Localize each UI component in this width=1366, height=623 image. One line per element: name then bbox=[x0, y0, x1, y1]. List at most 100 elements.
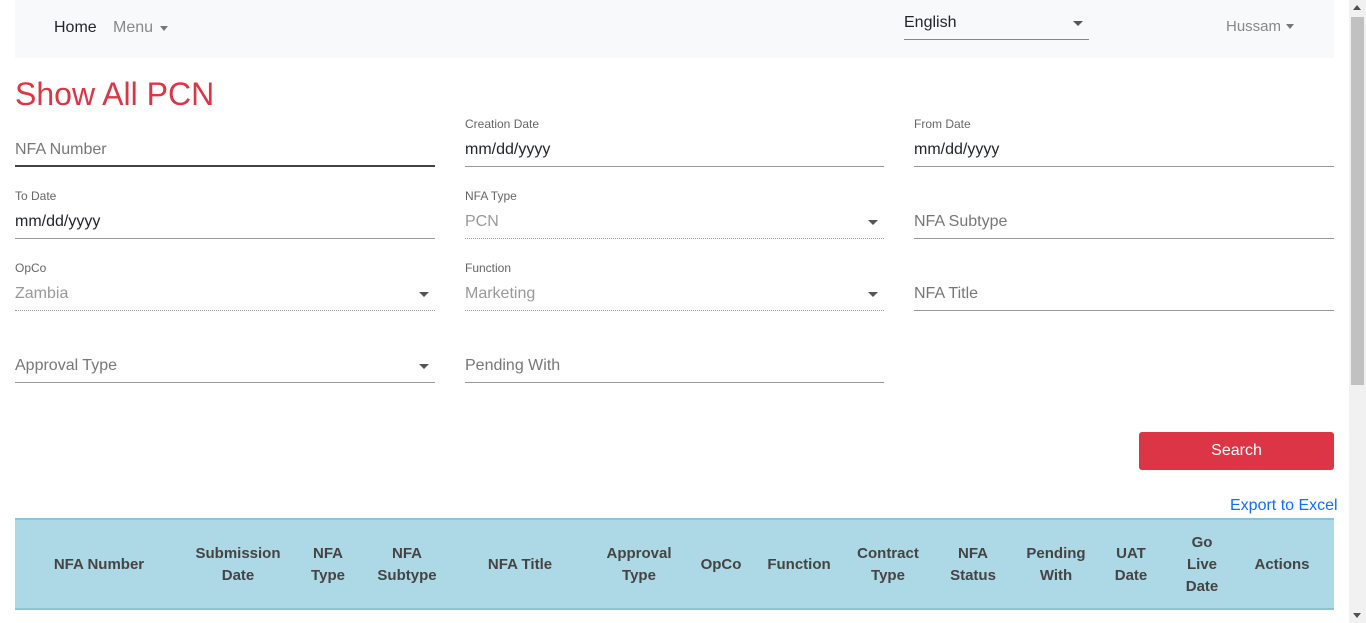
column-header-text: Date bbox=[1185, 578, 1219, 595]
column-header-text: Type bbox=[622, 567, 656, 584]
column-header-label: Contract Type bbox=[857, 543, 919, 587]
column-header-text: Live bbox=[1186, 556, 1217, 573]
column-header: NFA Number bbox=[15, 520, 183, 610]
user-name: Hussam bbox=[1226, 18, 1282, 35]
field-underline bbox=[465, 166, 884, 167]
column-header-text: NFA bbox=[313, 545, 343, 562]
opco-label: OpCo bbox=[15, 261, 47, 275]
column-header-text: Submission bbox=[195, 545, 281, 562]
field-underline bbox=[465, 382, 884, 383]
pending-with-placeholder: Pending With bbox=[465, 357, 561, 374]
nfa-subtype-field[interactable]: NFA Subtype bbox=[914, 189, 1334, 239]
opco-select[interactable]: OpCo Zambia bbox=[15, 261, 435, 311]
column-header-text: NFA Number bbox=[53, 556, 145, 573]
user-menu-dropdown[interactable]: Hussam bbox=[1226, 18, 1295, 35]
column-header: UAT Date bbox=[1097, 520, 1165, 610]
column-header-text: Type bbox=[311, 567, 345, 584]
column-header-label: OpCo bbox=[701, 554, 742, 576]
column-header-text: NFA bbox=[392, 545, 422, 562]
nfa-subtype-placeholder: NFA Subtype bbox=[914, 213, 1008, 230]
column-header-label: NFA Type bbox=[311, 543, 345, 587]
column-header: Contract Type bbox=[845, 520, 931, 610]
scrollbar-thumb[interactable] bbox=[1351, 17, 1364, 385]
export-to-excel-link[interactable]: Export to Excel bbox=[1230, 497, 1338, 515]
pending-with-field[interactable]: Pending With bbox=[465, 333, 884, 383]
column-header: Approval Type bbox=[589, 520, 689, 610]
column-header-label: Submission Date bbox=[195, 543, 280, 587]
column-header-text: Function bbox=[767, 556, 831, 573]
nfa-number-field[interactable]: NFA Number bbox=[15, 117, 435, 167]
column-header-text: OpCo bbox=[700, 556, 742, 573]
from-date-field[interactable]: From Date mm/dd/yyyy bbox=[914, 117, 1334, 167]
chevron-down-icon bbox=[419, 292, 429, 297]
column-header: Pending With bbox=[1015, 520, 1097, 610]
nfa-number-placeholder: NFA Number bbox=[15, 141, 107, 158]
vertical-scrollbar[interactable] bbox=[1349, 0, 1366, 623]
column-header: NFA Type bbox=[293, 520, 363, 610]
column-header-label: Function bbox=[767, 554, 830, 576]
nav-menu-dropdown[interactable]: Menu bbox=[113, 19, 169, 37]
column-header-label: Go Live Date bbox=[1186, 532, 1219, 598]
results-table-header: NFA Number Submission Date NFA Type NFA Subtyp… bbox=[15, 518, 1334, 610]
search-button[interactable]: Search bbox=[1139, 432, 1334, 470]
column-header-text: NFA Title bbox=[487, 556, 553, 573]
function-select[interactable]: Function Marketing bbox=[465, 261, 884, 311]
field-underline bbox=[465, 238, 884, 239]
column-header-text: Status bbox=[950, 567, 996, 584]
to-date-value: mm/dd/yyyy bbox=[15, 213, 101, 230]
field-underline bbox=[15, 238, 435, 239]
column-header-label: Pending With bbox=[1026, 543, 1085, 587]
creation-date-field[interactable]: Creation Date mm/dd/yyyy bbox=[465, 117, 884, 167]
column-header: Actions bbox=[1239, 520, 1325, 610]
arrow-up-icon[interactable] bbox=[1353, 5, 1361, 10]
nfa-title-placeholder: NFA Title bbox=[914, 285, 979, 302]
nfa-title-field[interactable]: NFA Title bbox=[914, 261, 1334, 311]
column-header-label: UAT Date bbox=[1115, 543, 1148, 587]
field-underline bbox=[914, 238, 1334, 239]
field-underline bbox=[15, 165, 435, 167]
column-header-label: NFA Status bbox=[950, 543, 996, 587]
column-header-text: With bbox=[1039, 567, 1073, 584]
function-value: Marketing bbox=[465, 285, 536, 302]
creation-date-value: mm/dd/yyyy bbox=[465, 141, 551, 158]
chevron-down-icon bbox=[868, 220, 878, 225]
creation-date-label: Creation Date bbox=[465, 117, 540, 131]
chevron-down-icon bbox=[1073, 21, 1083, 26]
column-header-text: Pending bbox=[1026, 545, 1086, 562]
column-header-label: NFA Number bbox=[54, 554, 144, 576]
to-date-label: To Date bbox=[15, 189, 57, 203]
column-header-text: UAT bbox=[1116, 545, 1146, 562]
column-header-text: Approval bbox=[606, 545, 672, 562]
column-header: Function bbox=[753, 520, 845, 610]
field-underline bbox=[914, 166, 1334, 167]
nfa-type-value: PCN bbox=[465, 213, 499, 230]
chevron-down-icon bbox=[1286, 24, 1295, 29]
nfa-type-select[interactable]: NFA Type PCN bbox=[465, 189, 884, 239]
from-date-label: From Date bbox=[914, 117, 971, 131]
column-header-text: Date bbox=[1114, 567, 1148, 584]
field-underline bbox=[15, 310, 435, 311]
language-select[interactable]: English bbox=[904, 10, 1089, 40]
field-underline bbox=[15, 382, 435, 383]
chevron-down-icon bbox=[868, 292, 878, 297]
approval-type-select[interactable]: Approval Type bbox=[15, 333, 435, 383]
opco-value: Zambia bbox=[15, 285, 69, 302]
column-header-text: Go bbox=[1191, 534, 1213, 551]
column-header-label: NFA Title bbox=[488, 554, 552, 576]
column-header: NFA Status bbox=[931, 520, 1015, 610]
column-header: OpCo bbox=[689, 520, 753, 610]
field-underline bbox=[914, 310, 1334, 311]
page-title: Show All PCN bbox=[15, 76, 215, 112]
nav-menu-label: Menu bbox=[113, 19, 154, 36]
nfa-type-label: NFA Type bbox=[465, 189, 517, 203]
column-header-text: Contract bbox=[857, 545, 919, 562]
column-header-text: NFA bbox=[958, 545, 988, 562]
from-date-value: mm/dd/yyyy bbox=[914, 141, 1000, 158]
column-header: NFA Title bbox=[451, 520, 589, 610]
column-header-text: Actions bbox=[1254, 556, 1310, 573]
nav-home-link[interactable]: Home bbox=[54, 19, 97, 37]
chevron-down-icon bbox=[419, 364, 429, 369]
arrow-down-icon[interactable] bbox=[1353, 613, 1361, 618]
top-navbar: Home Menu English Hussam bbox=[15, 0, 1334, 58]
to-date-field[interactable]: To Date mm/dd/yyyy bbox=[15, 189, 435, 239]
